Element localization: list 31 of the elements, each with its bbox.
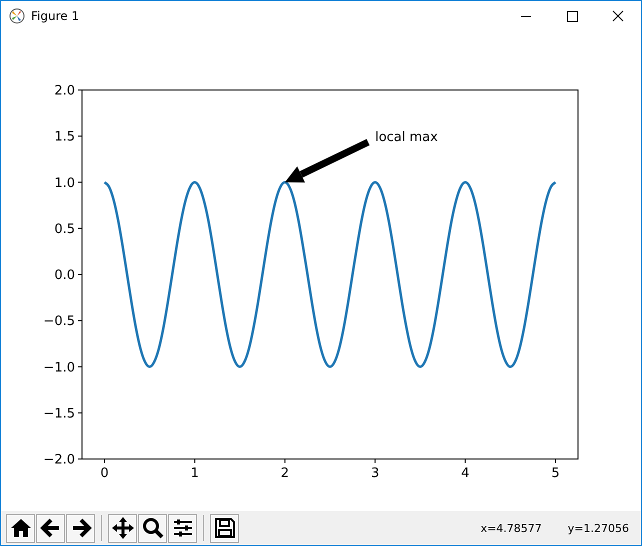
configure-button[interactable] [168, 514, 197, 542]
cursor-coordinate: x=4.78577 [480, 522, 542, 534]
annotation: local max [375, 130, 438, 146]
y-tick-label: −2.0 [43, 452, 75, 468]
y-tick-label: 1.5 [54, 130, 75, 145]
zoom-button[interactable] [138, 514, 167, 542]
forward-button[interactable] [66, 514, 95, 542]
cursor-coordinate: y=1.27056 [568, 522, 629, 534]
search-icon [140, 516, 164, 540]
x-tick-label: 4 [461, 466, 470, 481]
y-tick-label: 0.0 [54, 268, 75, 283]
pan-button[interactable] [108, 514, 137, 542]
y-tick-label: 2.0 [54, 84, 75, 98]
app-icon [9, 8, 25, 24]
y-tick-label: −1.0 [43, 360, 75, 376]
annotation: local max [284, 130, 438, 183]
home-button[interactable] [6, 514, 35, 542]
home-icon [8, 516, 32, 540]
back-button[interactable] [36, 514, 65, 542]
y-tick-label: −0.5 [43, 314, 75, 330]
x-tick-label: 0 [100, 466, 109, 481]
x-tick-label: 5 [551, 466, 560, 481]
y-tick-label: −1.5 [43, 406, 75, 422]
move-icon [110, 516, 134, 540]
x-tick-label: 2 [280, 466, 290, 481]
x-tick-label: 1 [190, 466, 199, 481]
save-button[interactable] [210, 514, 239, 542]
x-tick-label: 3 [370, 466, 380, 481]
window-title: Figure 1 [31, 9, 80, 23]
y-tick-label: 0.5 [54, 222, 75, 237]
y-tick-label: 1.0 [54, 176, 75, 191]
